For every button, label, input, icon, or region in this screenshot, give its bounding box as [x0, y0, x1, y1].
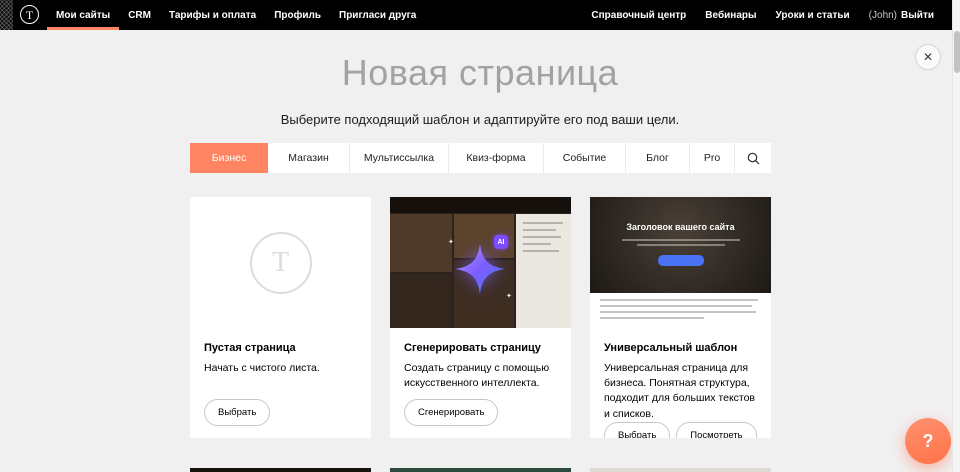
blank-page-preview: T [190, 197, 371, 328]
preview-image [390, 214, 452, 272]
next-row-card-preview [390, 468, 571, 472]
card-blank-page: T Пустая страница Начать с чистого листа… [190, 197, 371, 438]
sparkle-icon: ✦ [506, 293, 512, 300]
nav-profile[interactable]: Профиль [265, 0, 330, 30]
logout-link[interactable]: Выйти [901, 10, 934, 21]
card-buttons: Выбрать [204, 399, 357, 426]
close-icon: ✕ [923, 50, 933, 64]
template-category-tabs: Бизнес Магазин Мультиссылка Квиз-форма С… [190, 143, 771, 173]
card-universal-template: Заголовок вашего сайта Универсальный шаб… [590, 197, 771, 438]
ai-badge: AI [494, 235, 508, 249]
preview-site-header [390, 197, 571, 213]
nav-left: Мои сайты CRM Тарифы и оплата Профиль Пр… [47, 0, 425, 30]
sparkle-icon: ✦ [448, 239, 454, 246]
search-icon [747, 152, 760, 165]
preview-hero-button [658, 255, 704, 266]
generate-button[interactable]: Сгенерировать [404, 399, 498, 426]
tab-multilink[interactable]: Мультиссылка [350, 143, 449, 173]
card-ai-generate: AI ✦ ✦ Сгенерировать страницу Создать ст… [390, 197, 571, 438]
card-info: Универсальный шаблон Универсальная стран… [590, 328, 771, 438]
page-title: Новая страница [0, 52, 960, 94]
tilda-pattern-decor [0, 0, 13, 30]
nav-tariffs[interactable]: Тарифы и оплата [160, 0, 265, 30]
nav-my-sites[interactable]: Мои сайты [47, 0, 119, 30]
help-button[interactable]: ? [905, 418, 951, 464]
preview-side-panel [516, 214, 571, 328]
nav-lessons[interactable]: Уроки и статьи [776, 10, 850, 21]
tab-event[interactable]: Событие [544, 143, 626, 173]
user-logout[interactable]: (John) Выйти [869, 10, 934, 21]
nav-invite-friend[interactable]: Пригласи друга [330, 0, 425, 30]
card-info: Сгенерировать страницу Создать страницу … [390, 328, 571, 438]
scrollbar-track[interactable] [952, 0, 960, 472]
user-name: (John) [869, 10, 897, 21]
preview-image [390, 274, 452, 328]
nav-webinars[interactable]: Вебинары [705, 10, 756, 21]
card-title: Универсальный шаблон [604, 342, 757, 354]
preview-hero: Заголовок вашего сайта [590, 197, 771, 293]
card-title: Пустая страница [204, 342, 357, 354]
ai-star-icon [452, 241, 508, 297]
top-navbar: T Мои сайты CRM Тарифы и оплата Профиль … [0, 0, 960, 30]
new-page-dialog: T Мои сайты CRM Тарифы и оплата Профиль … [0, 0, 960, 472]
card-info: Пустая страница Начать с чистого листа. … [190, 328, 371, 438]
choose-blank-button[interactable]: Выбрать [204, 399, 270, 426]
close-button[interactable]: ✕ [915, 44, 941, 70]
next-row-card-preview [190, 468, 371, 472]
page-subtitle: Выберите подходящий шаблон и адаптируйте… [0, 112, 960, 127]
nav-right: Справочный центр Вебинары Уроки и статьи… [591, 0, 960, 30]
tab-blog[interactable]: Блог [626, 143, 690, 173]
universal-template-preview: Заголовок вашего сайта [590, 197, 771, 328]
next-row-card-preview [590, 468, 771, 472]
preview-hero-title: Заголовок вашего сайта [590, 222, 771, 232]
tab-business[interactable]: Бизнес [190, 143, 268, 173]
nav-crm[interactable]: CRM [119, 0, 160, 30]
card-buttons: Сгенерировать [404, 399, 557, 426]
scrollbar-thumb[interactable] [954, 31, 960, 73]
template-cards-grid: T Пустая страница Начать с чистого листа… [190, 197, 771, 438]
card-description: Начать с чистого листа. [204, 361, 357, 376]
nav-help-center[interactable]: Справочный центр [591, 10, 686, 21]
tilda-mark-icon: T [250, 232, 312, 294]
card-description: Универсальная страница для бизнеса. Поня… [604, 361, 757, 422]
tab-pro[interactable]: Pro [690, 143, 735, 173]
tab-search[interactable] [735, 143, 771, 173]
tab-quiz-form[interactable]: Квиз-форма [449, 143, 544, 173]
card-description: Создать страницу с помощью искусственног… [404, 361, 557, 391]
card-buttons: Выбрать Посмотреть [604, 422, 757, 438]
preview-text-block [590, 293, 771, 328]
tab-shop[interactable]: Магазин [268, 143, 350, 173]
view-template-button[interactable]: Посмотреть [676, 422, 756, 438]
choose-template-button[interactable]: Выбрать [604, 422, 670, 438]
ai-generate-preview: AI ✦ ✦ [390, 197, 571, 328]
card-title: Сгенерировать страницу [404, 342, 557, 354]
tilda-logo[interactable]: T [20, 5, 39, 24]
